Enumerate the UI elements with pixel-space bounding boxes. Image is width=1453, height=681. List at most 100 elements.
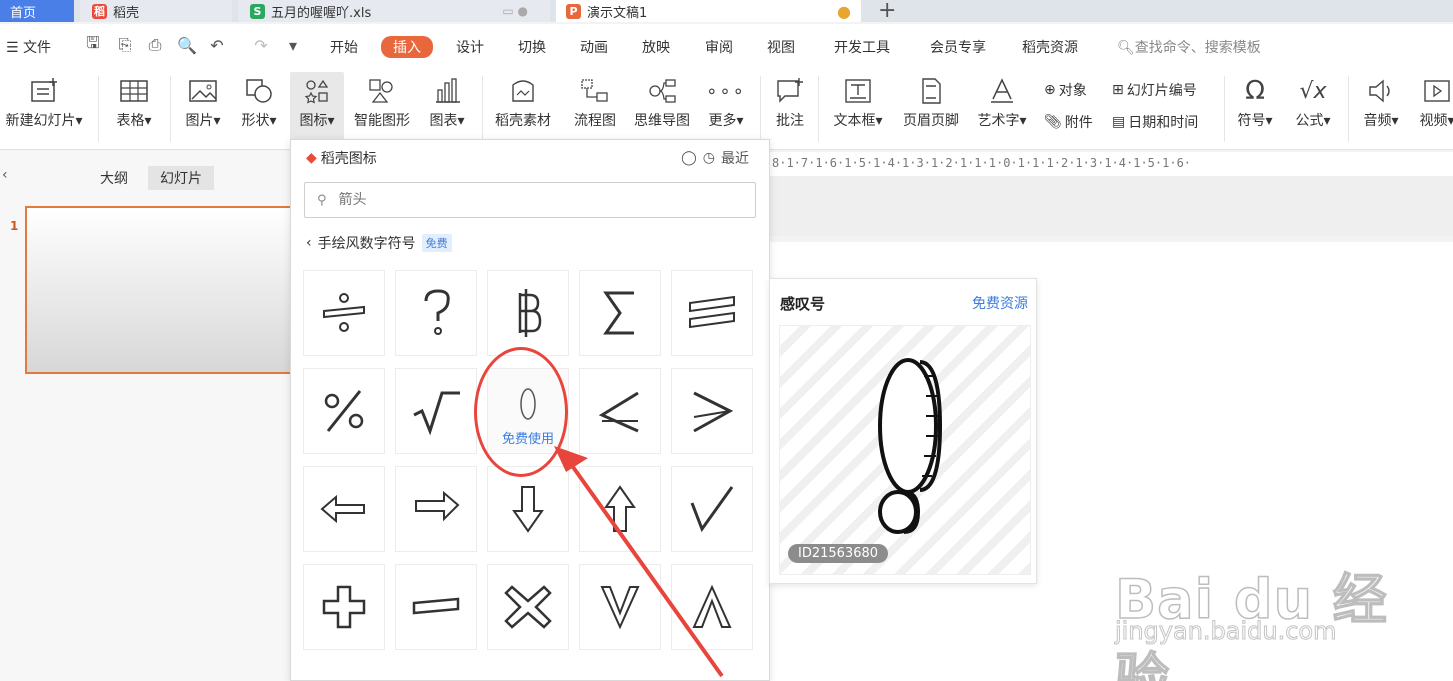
smart-graphic-icon — [367, 72, 397, 110]
video-button[interactable]: 视频▾ — [1412, 72, 1453, 130]
icon-search-input[interactable] — [338, 192, 719, 208]
bar-chart-icon — [432, 72, 462, 110]
unsaved-dot-icon: ● — [837, 1, 851, 21]
more-button[interactable]: ∘∘∘ 更多▾ — [702, 72, 750, 130]
formula-icon: √x — [1299, 78, 1327, 104]
chart-button[interactable]: 图表▾ — [422, 72, 472, 130]
wordart-button[interactable]: 艺术字▾ — [972, 72, 1032, 130]
print-preview-icon[interactable]: 🔍 — [177, 36, 197, 55]
mindmap-label: 思维导图 — [634, 113, 690, 129]
exclamation-icon — [878, 358, 943, 534]
tab-docer-label: 稻壳 — [113, 5, 140, 21]
datetime-button[interactable]: ▤ 日期和时间 — [1112, 112, 1198, 132]
slide-number-button[interactable]: ⊞ 幻灯片编号 — [1112, 80, 1197, 100]
speaker-icon — [1366, 72, 1396, 110]
equals-icon[interactable] — [671, 270, 753, 356]
calendar-icon: ▤ — [1112, 114, 1126, 130]
menu-animation[interactable]: 动画 — [580, 37, 608, 57]
menu-view[interactable]: 视图 — [767, 37, 795, 57]
chart-label: 图表 — [429, 113, 458, 129]
icon-preview-card: 感叹号 免费资源 ID21563680 — [769, 278, 1037, 584]
comment-button[interactable]: 批注 — [770, 72, 810, 130]
tab-ppt[interactable]: P 演示文稿1 ● — [556, 0, 861, 22]
file-menu[interactable]: ☰ 文件 — [6, 37, 51, 57]
new-tab-button[interactable]: + — [878, 0, 896, 23]
menu-insert[interactable]: 插入 — [381, 36, 433, 58]
icon-button[interactable]: 图标▾ — [290, 72, 344, 146]
left-arrow-icon[interactable] — [303, 466, 385, 552]
symbol-button[interactable]: Ω 符号▾ — [1230, 72, 1280, 130]
tab-slides[interactable]: 幻灯片 — [148, 166, 214, 190]
menu-review[interactable]: 审阅 — [705, 37, 733, 57]
tab-home[interactable]: 首页 — [0, 0, 74, 22]
shape-icon — [244, 72, 274, 110]
formula-button[interactable]: √x 公式▾ — [1288, 72, 1338, 130]
object-button[interactable]: ⊕ 对象 — [1044, 80, 1087, 100]
category-title: 手绘风数字符号 — [317, 236, 416, 252]
header-footer-button[interactable]: 页眉页脚 — [898, 72, 964, 130]
right-arrow-icon[interactable] — [395, 466, 477, 552]
textbox-button[interactable]: 文本框▾ — [826, 72, 890, 130]
slide-thumbnail[interactable] — [25, 206, 293, 374]
mindmap-button[interactable]: 思维导图 — [630, 72, 694, 130]
square-root-icon[interactable] — [395, 368, 477, 454]
tab-docer[interactable]: 稻稻壳 — [80, 0, 232, 22]
audio-button[interactable]: 音频▾ — [1356, 72, 1406, 130]
icon-id-badge: ID21563680 — [788, 544, 889, 563]
shape-button[interactable]: 形状▾ — [234, 72, 284, 130]
command-search[interactable]: 🔍︎查找命令、搜索模板 — [1117, 37, 1261, 57]
new-slide-button[interactable]: 新建幻灯片▾ — [0, 72, 88, 130]
export-icon[interactable]: ⎘ — [116, 35, 134, 54]
comment-label: 批注 — [776, 113, 804, 129]
save-icon[interactable]: 🖫 — [84, 33, 102, 54]
menu-transition[interactable]: 切换 — [518, 37, 546, 57]
menu-docer-resource[interactable]: 稻壳资源 — [1022, 37, 1078, 57]
menu-design[interactable]: 设计 — [456, 37, 484, 57]
percent-icon[interactable] — [303, 368, 385, 454]
print-icon[interactable]: ⎙ — [146, 35, 164, 54]
plus-icon[interactable] — [303, 564, 385, 650]
search-icon: ⚲ — [317, 192, 327, 208]
recent-button[interactable]: ◯ ◷ 最近 — [681, 148, 749, 168]
textbox-label: 文本框 — [833, 113, 876, 129]
tab-outline[interactable]: 大纲 — [88, 166, 140, 190]
smart-graphic-button[interactable]: 智能图形 — [350, 72, 414, 130]
datetime-label: 日期和时间 — [1128, 115, 1199, 131]
sigma-icon[interactable] — [579, 270, 661, 356]
hash-icon: ⊞ — [1112, 82, 1124, 98]
video-icon — [1422, 72, 1452, 110]
docer-material-button[interactable]: 稻壳素材 — [490, 72, 556, 130]
recent-label: 最近 — [721, 151, 749, 167]
undo-icon[interactable]: ↶ — [208, 36, 226, 55]
table-label: 表格 — [116, 113, 145, 129]
table-button[interactable]: 表格▾ — [108, 72, 160, 130]
mindmap-icon — [647, 72, 677, 110]
docer-material-label: 稻壳素材 — [495, 113, 551, 129]
image-button[interactable]: 图片▾ — [178, 72, 228, 130]
baht-icon[interactable] — [487, 270, 569, 356]
collapse-panel-icon[interactable]: ‹ — [2, 167, 8, 183]
minus-icon[interactable] — [395, 564, 477, 650]
icon-search-field[interactable]: ⚲ — [304, 182, 756, 218]
redo-icon[interactable]: ↷ — [252, 36, 270, 55]
category-breadcrumb[interactable]: ‹ 手绘风数字符号 免费 — [306, 233, 452, 253]
flowchart-icon — [580, 72, 610, 110]
flowchart-button[interactable]: 流程图 — [570, 72, 620, 130]
menu-slideshow[interactable]: 放映 — [642, 37, 670, 57]
menu-developer[interactable]: 开发工具 — [834, 37, 890, 57]
divide-icon[interactable] — [303, 270, 385, 356]
tab-xls-status-icon: ▭ ● — [502, 4, 528, 18]
baidu-watermark: Bai du 经验 jingyan.baidu.com — [1114, 545, 1405, 681]
attachment-button[interactable]: 📎︎ 附件 — [1044, 112, 1093, 132]
ribbon-divider — [170, 76, 171, 142]
new-slide-label: 新建幻灯片 — [5, 113, 76, 129]
tab-xls[interactable]: S 五月的喔喔吖.xls ▭ ● — [238, 0, 550, 22]
wordart-icon — [987, 72, 1017, 110]
free-resource-link[interactable]: 免费资源 — [972, 293, 1028, 313]
menu-start[interactable]: 开始 — [330, 37, 358, 57]
ribbon-divider — [98, 76, 99, 142]
customize-icon[interactable]: ▾ — [284, 36, 302, 55]
question-mark-icon[interactable] — [395, 270, 477, 356]
more-label: 更多 — [708, 113, 737, 129]
menu-member[interactable]: 会员专享 — [930, 37, 986, 57]
